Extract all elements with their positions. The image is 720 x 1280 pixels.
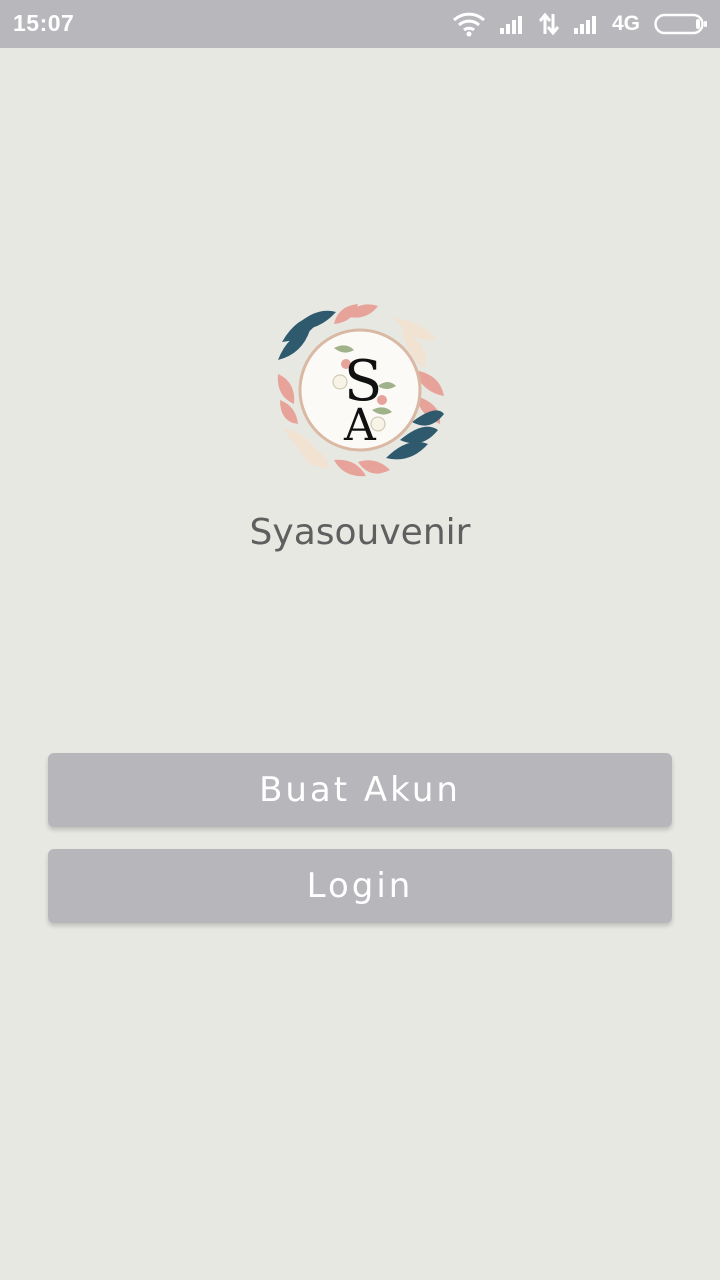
- create-account-button[interactable]: Buat Akun: [48, 753, 672, 827]
- signal-icon: [498, 13, 526, 35]
- status-bar: 15:07 4G: [0, 0, 720, 48]
- svg-text:A: A: [343, 400, 377, 451]
- data-transfer-icon: [538, 12, 560, 36]
- network-type: 4G: [611, 12, 640, 35]
- login-button[interactable]: Login: [48, 849, 672, 923]
- signal-icon-2: [572, 13, 600, 35]
- app-logo: S A: [274, 300, 446, 480]
- battery-icon: [654, 12, 708, 36]
- wifi-icon: [452, 11, 486, 37]
- status-icons: 4G: [452, 10, 708, 38]
- status-time: 15:07: [13, 10, 75, 36]
- app-name: Syasouvenir: [249, 512, 471, 553]
